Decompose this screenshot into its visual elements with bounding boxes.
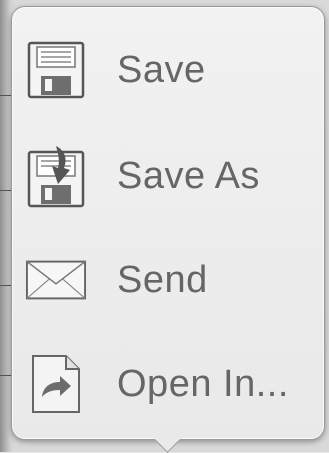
floppy-disk-icon bbox=[25, 39, 87, 101]
menu-item-send[interactable]: Send bbox=[11, 232, 323, 328]
menu-item-label: Save bbox=[117, 48, 206, 91]
menu-item-label: Save As bbox=[117, 154, 260, 197]
menu-item-open-in[interactable]: Open In... bbox=[11, 336, 323, 432]
menu-item-label: Open In... bbox=[117, 362, 289, 405]
menu-item-label: Send bbox=[117, 258, 208, 301]
menu-item-save[interactable]: Save bbox=[11, 22, 323, 118]
open-in-icon bbox=[25, 353, 87, 415]
envelope-icon bbox=[25, 249, 87, 311]
share-menu: Save Save As Send Open In... bbox=[11, 6, 323, 438]
menu-item-save-as[interactable]: Save As bbox=[11, 128, 323, 224]
save-as-icon bbox=[25, 145, 87, 208]
